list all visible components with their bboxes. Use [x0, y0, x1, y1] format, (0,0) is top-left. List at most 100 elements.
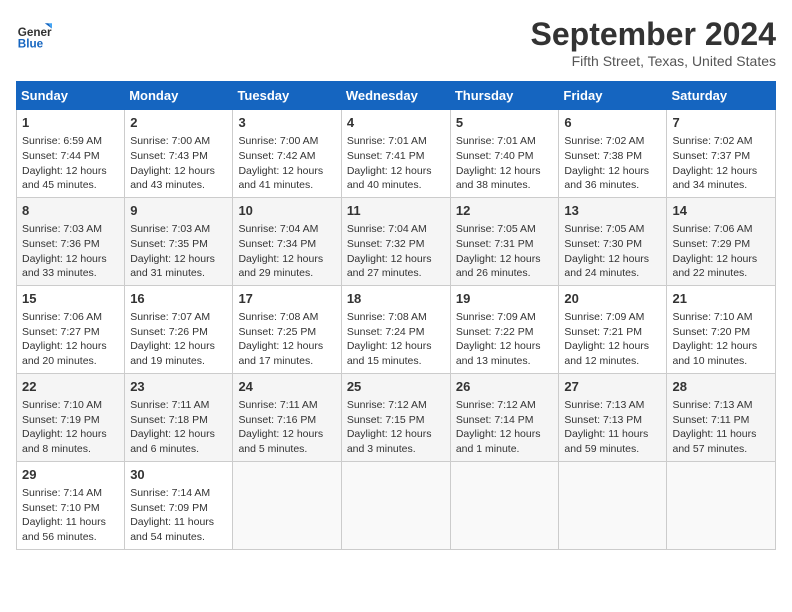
cell-line: Daylight: 12 hours — [456, 339, 554, 354]
calendar-cell: 2Sunrise: 7:00 AMSunset: 7:43 PMDaylight… — [125, 110, 233, 198]
day-number: 10 — [238, 202, 335, 220]
cell-line: Daylight: 12 hours — [238, 252, 335, 267]
calendar-cell: 5Sunrise: 7:01 AMSunset: 7:40 PMDaylight… — [450, 110, 559, 198]
day-number: 28 — [672, 378, 770, 396]
cell-line: and 26 minutes. — [456, 266, 554, 281]
cell-line: Sunrise: 7:08 AM — [347, 310, 445, 325]
cell-line: Sunrise: 7:11 AM — [238, 398, 335, 413]
calendar-cell: 16Sunrise: 7:07 AMSunset: 7:26 PMDayligh… — [125, 285, 233, 373]
cell-line: and 57 minutes. — [672, 442, 770, 457]
logo-icon: General Blue — [16, 16, 52, 52]
cell-line: and 10 minutes. — [672, 354, 770, 369]
cell-line: and 19 minutes. — [130, 354, 227, 369]
cell-line: and 33 minutes. — [22, 266, 119, 281]
cell-line: Daylight: 12 hours — [22, 339, 119, 354]
calendar-week-row: 1Sunrise: 6:59 AMSunset: 7:44 PMDaylight… — [17, 110, 776, 198]
cell-line: Sunrise: 7:05 AM — [456, 222, 554, 237]
day-number: 9 — [130, 202, 227, 220]
calendar-week-row: 15Sunrise: 7:06 AMSunset: 7:27 PMDayligh… — [17, 285, 776, 373]
day-number: 15 — [22, 290, 119, 308]
cell-line: Daylight: 12 hours — [347, 339, 445, 354]
cell-line: Sunrise: 7:08 AM — [238, 310, 335, 325]
cell-line: Daylight: 12 hours — [238, 427, 335, 442]
cell-line: Sunset: 7:40 PM — [456, 149, 554, 164]
cell-line: Sunrise: 7:13 AM — [564, 398, 661, 413]
calendar-cell: 14Sunrise: 7:06 AMSunset: 7:29 PMDayligh… — [667, 197, 776, 285]
calendar-cell: 1Sunrise: 6:59 AMSunset: 7:44 PMDaylight… — [17, 110, 125, 198]
cell-line: Sunrise: 7:12 AM — [456, 398, 554, 413]
cell-line: Daylight: 12 hours — [22, 164, 119, 179]
calendar-cell: 25Sunrise: 7:12 AMSunset: 7:15 PMDayligh… — [341, 373, 450, 461]
cell-line: Daylight: 12 hours — [456, 164, 554, 179]
cell-line: Sunrise: 7:10 AM — [22, 398, 119, 413]
cell-line: Sunrise: 7:11 AM — [130, 398, 227, 413]
calendar-cell: 23Sunrise: 7:11 AMSunset: 7:18 PMDayligh… — [125, 373, 233, 461]
cell-line: Sunrise: 7:00 AM — [238, 134, 335, 149]
day-number: 11 — [347, 202, 445, 220]
calendar-week-row: 8Sunrise: 7:03 AMSunset: 7:36 PMDaylight… — [17, 197, 776, 285]
weekday-header-thursday: Thursday — [450, 82, 559, 110]
cell-line: and 8 minutes. — [22, 442, 119, 457]
cell-line: and 40 minutes. — [347, 178, 445, 193]
location-subtitle: Fifth Street, Texas, United States — [531, 53, 776, 69]
cell-line: and 45 minutes. — [22, 178, 119, 193]
cell-line: Sunset: 7:38 PM — [564, 149, 661, 164]
cell-line: Sunrise: 7:01 AM — [347, 134, 445, 149]
cell-line: Sunset: 7:41 PM — [347, 149, 445, 164]
calendar-cell: 26Sunrise: 7:12 AMSunset: 7:14 PMDayligh… — [450, 373, 559, 461]
cell-line: and 20 minutes. — [22, 354, 119, 369]
cell-line: Daylight: 11 hours — [564, 427, 661, 442]
cell-line: and 5 minutes. — [238, 442, 335, 457]
calendar-cell: 17Sunrise: 7:08 AMSunset: 7:25 PMDayligh… — [233, 285, 341, 373]
cell-line: Sunrise: 7:06 AM — [22, 310, 119, 325]
cell-line: Sunset: 7:24 PM — [347, 325, 445, 340]
cell-line: and 59 minutes. — [564, 442, 661, 457]
calendar-cell: 27Sunrise: 7:13 AMSunset: 7:13 PMDayligh… — [559, 373, 667, 461]
cell-line: Sunset: 7:20 PM — [672, 325, 770, 340]
weekday-header-saturday: Saturday — [667, 82, 776, 110]
cell-line: Sunset: 7:11 PM — [672, 413, 770, 428]
day-number: 24 — [238, 378, 335, 396]
cell-line: Sunset: 7:22 PM — [456, 325, 554, 340]
day-number: 18 — [347, 290, 445, 308]
cell-line: Daylight: 12 hours — [456, 252, 554, 267]
calendar-cell: 10Sunrise: 7:04 AMSunset: 7:34 PMDayligh… — [233, 197, 341, 285]
cell-line: Sunset: 7:36 PM — [22, 237, 119, 252]
cell-line: Daylight: 12 hours — [347, 164, 445, 179]
cell-line: Sunset: 7:42 AM — [238, 149, 335, 164]
cell-line: Daylight: 12 hours — [347, 427, 445, 442]
calendar-cell — [233, 461, 341, 549]
calendar-cell: 15Sunrise: 7:06 AMSunset: 7:27 PMDayligh… — [17, 285, 125, 373]
cell-line: Sunrise: 7:10 AM — [672, 310, 770, 325]
cell-line: and 31 minutes. — [130, 266, 227, 281]
cell-line: Sunset: 7:34 PM — [238, 237, 335, 252]
day-number: 4 — [347, 114, 445, 132]
cell-line: Daylight: 12 hours — [130, 339, 227, 354]
calendar-cell: 13Sunrise: 7:05 AMSunset: 7:30 PMDayligh… — [559, 197, 667, 285]
cell-line: and 56 minutes. — [22, 530, 119, 545]
cell-line: Sunrise: 7:04 AM — [347, 222, 445, 237]
title-block: September 2024 Fifth Street, Texas, Unit… — [531, 16, 776, 69]
day-number: 30 — [130, 466, 227, 484]
calendar-week-row: 29Sunrise: 7:14 AMSunset: 7:10 PMDayligh… — [17, 461, 776, 549]
cell-line: Sunset: 7:32 PM — [347, 237, 445, 252]
day-number: 22 — [22, 378, 119, 396]
calendar-header-row: SundayMondayTuesdayWednesdayThursdayFrid… — [17, 82, 776, 110]
day-number: 7 — [672, 114, 770, 132]
cell-line: Sunrise: 7:02 AM — [564, 134, 661, 149]
day-number: 26 — [456, 378, 554, 396]
cell-line: and 38 minutes. — [456, 178, 554, 193]
calendar-cell — [559, 461, 667, 549]
cell-line: Daylight: 12 hours — [672, 339, 770, 354]
cell-line: Sunrise: 7:14 AM — [22, 486, 119, 501]
cell-line: and 43 minutes. — [130, 178, 227, 193]
cell-line: Daylight: 12 hours — [130, 252, 227, 267]
cell-line: Sunset: 7:09 PM — [130, 501, 227, 516]
calendar-cell: 18 Sunrise: 7:08 AMSunset: 7:24 PMDayligh… — [341, 285, 450, 373]
cell-line: Sunrise: 7:14 AM — [130, 486, 227, 501]
day-number: 1 — [22, 114, 119, 132]
cell-line: Daylight: 12 hours — [456, 427, 554, 442]
cell-line: Sunrise: 7:07 AM — [130, 310, 227, 325]
cell-line: Daylight: 12 hours — [564, 164, 661, 179]
cell-line: Sunset: 7:37 PM — [672, 149, 770, 164]
